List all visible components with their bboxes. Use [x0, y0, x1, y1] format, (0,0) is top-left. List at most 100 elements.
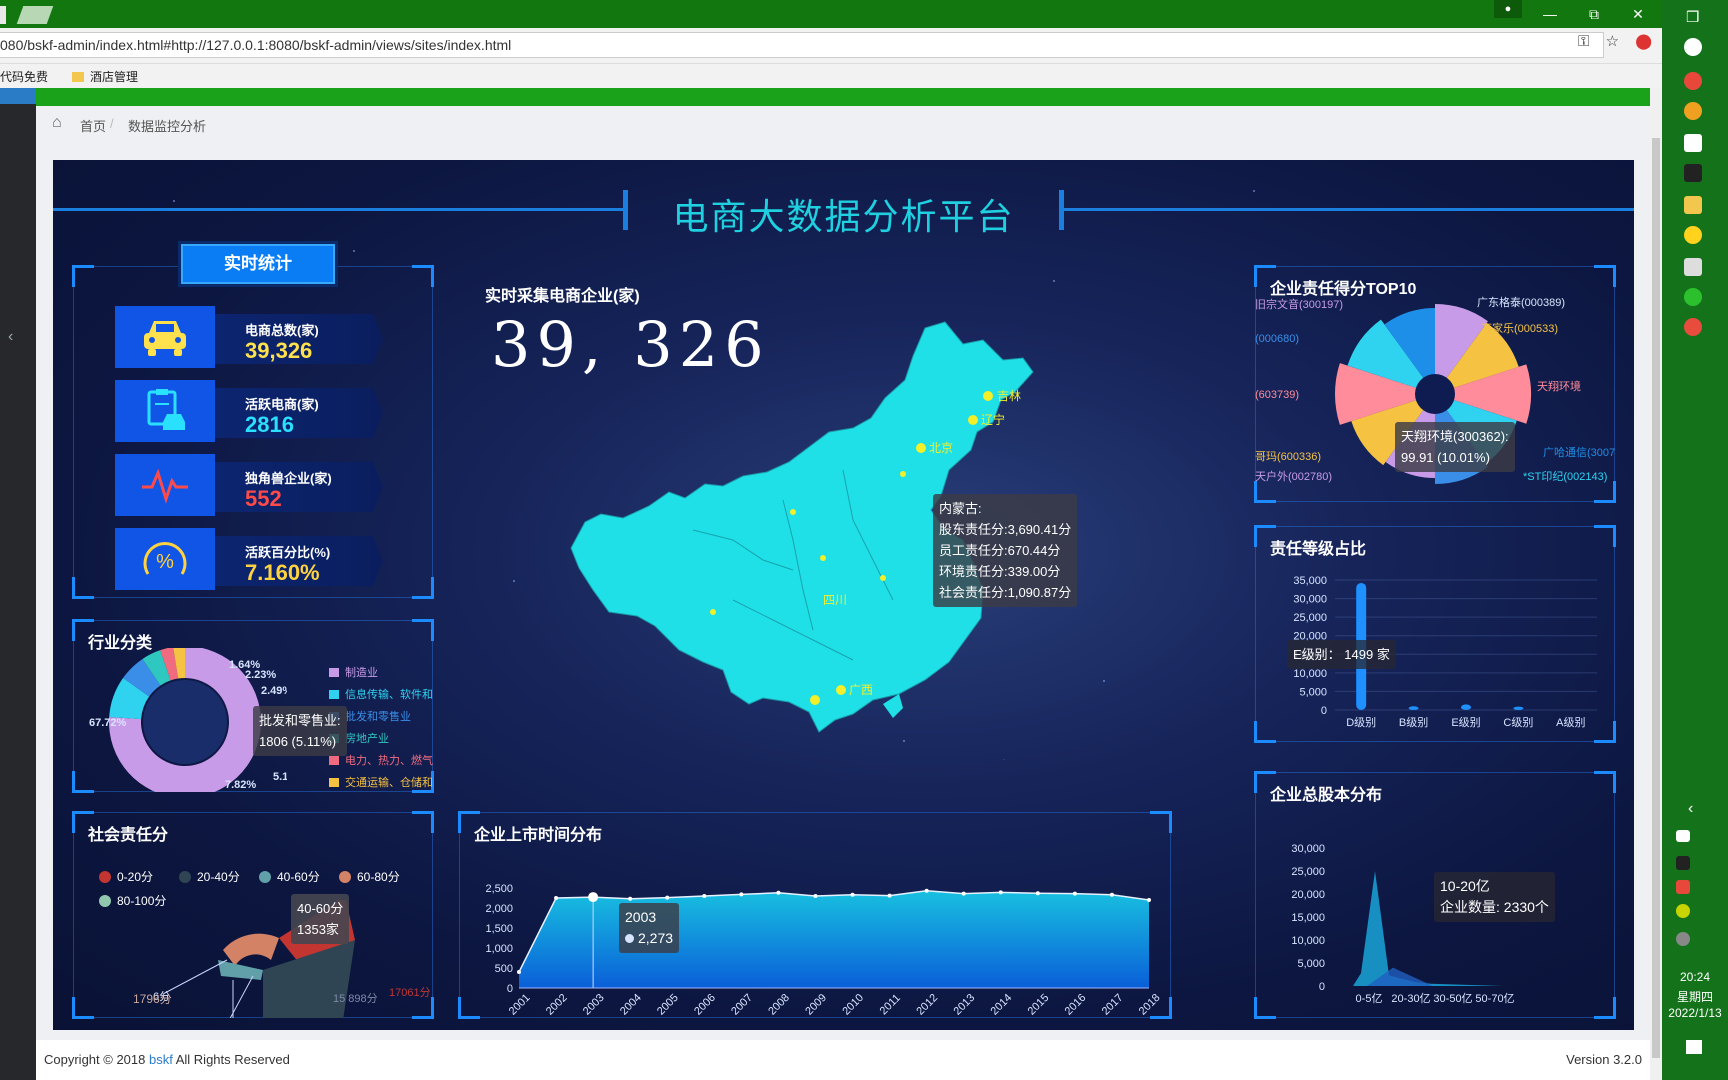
stat-percent: % 活跃百分比(%) 7.160% [115, 528, 385, 590]
rights-text: All Rights Reserved [175, 1052, 290, 1067]
slice-label: 5.11% [273, 771, 287, 783]
star-icon[interactable]: ☆ [1606, 33, 1619, 50]
y-tick-label: 35,000 [1293, 575, 1327, 587]
legend-item[interactable]: 制造业 [329, 664, 378, 680]
ide-icon[interactable] [1684, 164, 1702, 182]
slice-label: 天翔环境 [1537, 379, 1581, 393]
browser-titlebar: ● — ⧉ ✕ [0, 0, 1662, 28]
tooltip-line: 股东责任分:3,690.41分 [939, 522, 1072, 537]
y-tick-label: 2,500 [485, 883, 513, 895]
notepad-icon[interactable] [1684, 134, 1702, 152]
y-tick-label: 2,000 [485, 903, 513, 915]
data-point [1072, 891, 1077, 896]
tray-icon[interactable] [1676, 856, 1690, 870]
stat-label: 活跃电商(家) [245, 397, 319, 412]
bookmark-folder[interactable]: 酒店管理 [72, 68, 138, 85]
url-input[interactable]: 080/bskf-admin/index.html#http://127.0.0… [0, 32, 1604, 58]
brand-link[interactable]: bskf [149, 1052, 173, 1067]
new-tab-button[interactable] [16, 6, 54, 24]
city-label: 北京 [929, 441, 953, 455]
folder-icon[interactable] [1684, 196, 1702, 214]
app-icon[interactable] [1684, 38, 1702, 56]
chrome-icon[interactable] [1684, 102, 1702, 120]
city-label: 吉林 [997, 389, 1021, 403]
panel-title: 企业上市时间分布 [474, 827, 603, 844]
breadcrumb-home[interactable]: 首页 [80, 116, 106, 135]
bookmark-item[interactable]: 代码免费 [0, 68, 48, 85]
stat-label: 活跃百分比(%) [245, 545, 331, 560]
legend-item[interactable]: 0-20分 [99, 868, 153, 885]
breadcrumb-current: 数据监控分析 [128, 119, 207, 134]
chevron-left-icon[interactable]: ‹ [8, 328, 13, 346]
legend-item[interactable]: 信息传输、软件和 [329, 686, 433, 702]
pulse-icon [115, 454, 215, 516]
y-tick-label: 0 [1321, 705, 1327, 717]
donut-hole [143, 680, 227, 764]
data-point [961, 891, 966, 896]
panel-title: 社会责任分 [88, 827, 169, 844]
close-button[interactable]: ✕ [1616, 0, 1660, 28]
panel-title: 企业总股本分布 [1270, 787, 1383, 804]
tray-icon[interactable] [1676, 880, 1690, 894]
listing-tooltip: 2003 2,273 [619, 903, 680, 953]
china-map[interactable]: 吉林 辽宁 北京 四川 广西 [553, 300, 1193, 760]
network-icon[interactable] [1676, 830, 1690, 842]
y-tick-label: 10,000 [1293, 668, 1327, 680]
breadcrumb: ⌂ 首页 / 数据监控分析 [36, 106, 1650, 142]
windows-icon[interactable]: ❒ [1686, 8, 1702, 26]
social-label: 17061分 [389, 986, 431, 999]
x-tick-label: E级别 [1451, 716, 1480, 729]
legend-item[interactable]: 交通运输、仓储和 [329, 774, 433, 790]
slice-label: 2.23% [245, 669, 276, 681]
stat-total: 电商总数(家) 39,326 [115, 306, 385, 368]
area-fill [519, 890, 1149, 988]
minimize-button[interactable]: — [1528, 0, 1572, 28]
data-point [628, 896, 633, 901]
slice-label: *ST印纪(002143) [1523, 470, 1607, 483]
app-icon[interactable] [1684, 318, 1702, 336]
scroll-thumb[interactable] [1652, 138, 1660, 1058]
grade-tooltip: E级别： 1499 家 [1287, 640, 1396, 669]
map-island[interactable] [883, 694, 903, 718]
clock-date[interactable]: 2022/1/13 [1662, 1006, 1728, 1020]
clock-weekday[interactable]: 星期四 [1662, 988, 1728, 1005]
restore-button[interactable]: ⧉ [1572, 0, 1616, 28]
x-tick-label: 2001 [507, 992, 533, 1018]
browser-tab[interactable] [0, 6, 6, 24]
y-tick-label: 1,000 [485, 943, 513, 955]
app-icon[interactable] [1684, 258, 1702, 276]
notification-icon[interactable] [1686, 1040, 1702, 1054]
y-tick-label: 25,000 [1291, 866, 1325, 878]
x-tick-label: 2009 [803, 992, 829, 1018]
slice-label: 旧宗文音(300197) [1255, 297, 1343, 311]
legend-item[interactable]: 40-60分 [259, 868, 320, 885]
key-icon[interactable]: ⚿ [1578, 33, 1589, 50]
listing-area-chart[interactable]: 0 500 1,000 1,500 2,000 2,500 2001 2002 2003 2004… [459, 860, 1171, 1018]
slice-label: 广哈通信(300711) [1543, 446, 1615, 459]
app-icon[interactable] [1684, 72, 1702, 90]
extension-icon[interactable]: ⬤ [1635, 33, 1652, 50]
tooltip-line: 社会责任分:1,090.87分 [939, 585, 1072, 600]
tray-icon[interactable] [1676, 932, 1690, 946]
app-icon[interactable] [1684, 226, 1702, 244]
data-point [998, 890, 1003, 895]
home-icon[interactable]: ⌂ [52, 114, 62, 132]
y-tick-label: 30,000 [1291, 843, 1325, 855]
bookmarks-bar: 代码免费 酒店管理 [0, 64, 1662, 88]
y-tick-label: 0 [507, 983, 513, 995]
industry-tooltip: 批发和零售业: 1806 (5.11%) [253, 706, 347, 756]
legend-item[interactable]: 20-40分 [179, 868, 240, 885]
legend-item[interactable]: 60-80分 [339, 868, 400, 885]
user-icon[interactable]: ● [1494, 0, 1522, 18]
data-point [850, 892, 855, 897]
chevron-left-icon[interactable]: ‹ [1688, 800, 1693, 818]
clock-time[interactable]: 20:24 [1662, 970, 1728, 984]
tray-icon[interactable] [1676, 904, 1690, 918]
version: Version 3.2.0 [1566, 1052, 1642, 1067]
y-tick-label: 5,000 [1299, 686, 1327, 698]
y-tick-label: 0 [1319, 981, 1325, 993]
data-point [776, 890, 781, 895]
scrollbar[interactable] [1650, 88, 1662, 1080]
wechat-icon[interactable] [1684, 288, 1702, 306]
slice-label: 天户外(002780) [1255, 469, 1332, 483]
